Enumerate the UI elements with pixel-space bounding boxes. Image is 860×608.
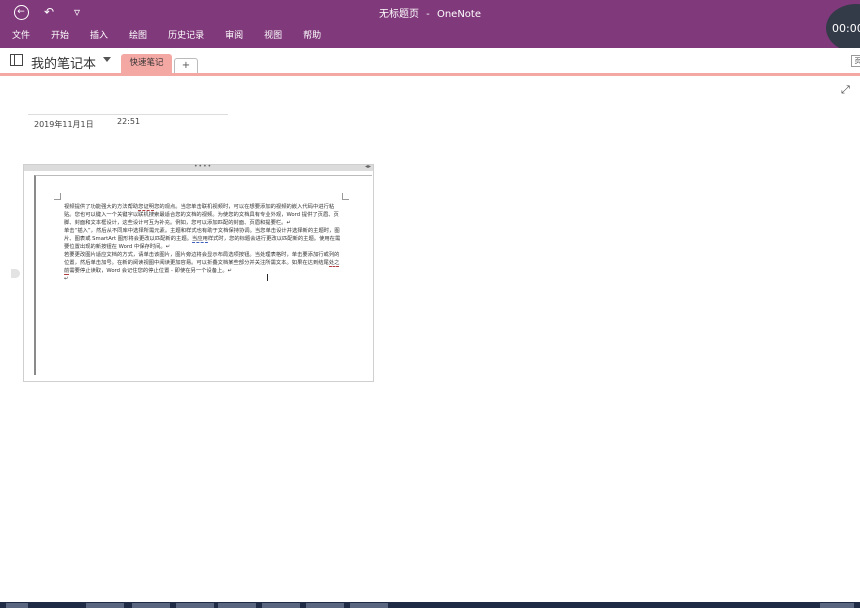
printout-text: 视频提供了功能强大的方法帮助您证明您的观点。当您单击联机视频时，可以在想要添加的… <box>64 203 344 283</box>
tab-view[interactable]: 视图 <box>252 26 291 41</box>
tab-review[interactable]: 审阅 <box>213 26 252 41</box>
notebook-name[interactable]: 我的笔记本 <box>31 53 96 72</box>
section-tab-quick-notes[interactable]: 快速笔记 <box>121 54 172 73</box>
taskbar-item[interactable] <box>262 603 300 608</box>
app-name: OneNote <box>436 9 482 20</box>
taskbar-item[interactable] <box>218 603 256 608</box>
underlined-text-run: 您证明 <box>138 204 155 211</box>
taskbar <box>0 602 860 608</box>
page-title-field[interactable] <box>28 114 228 115</box>
taskbar-item[interactable] <box>176 603 214 608</box>
page-list-button[interactable]: 页 <box>851 55 860 67</box>
printout-paragraph: 若要更改图片适应文档的方式，请单击该图片，图片旁边将会显示布局选项按钮。当处理表… <box>64 251 344 276</box>
taskbar-item[interactable] <box>350 603 388 608</box>
section-color-strip <box>0 73 860 76</box>
crop-mark-top-left <box>54 193 61 200</box>
text-run: ↵ <box>64 276 69 283</box>
tab-insert[interactable]: 插入 <box>78 26 117 41</box>
printout-paragraph: 单击“插入”，然后从不同库中选择所需元素。主题和样式也有助于文档保持协调。当您单… <box>64 227 344 251</box>
notebook-dropdown-icon[interactable] <box>103 57 111 62</box>
expand-icon[interactable]: ⤢ <box>841 83 850 97</box>
printout-paragraph: ↵ <box>64 275 344 283</box>
ribbon-menu: 文件 开始 插入 绘图 历史记录 审阅 视图 帮助 <box>0 26 330 41</box>
notebook-icon[interactable] <box>10 54 23 66</box>
container-resize-icon[interactable]: ◂▸ <box>365 163 371 170</box>
taskbar-item[interactable] <box>820 603 854 608</box>
page-date: 2019年11月1日 <box>34 120 94 129</box>
text-run: 需要停止读取，Word 会记住您的停止位置 - 即使在另一个设备上。↵ <box>69 268 233 275</box>
drag-grip-icon[interactable]: •••• <box>194 163 212 170</box>
tab-help[interactable]: 帮助 <box>291 26 330 41</box>
text-cursor-icon: I <box>266 273 269 284</box>
text-run: 视频提供了功能强大的方法帮助 <box>64 204 139 210</box>
printout-paragraph: 视频提供了功能强大的方法帮助您证明您的观点。当您单击联机视频时，可以在想要添加的… <box>64 203 344 227</box>
crop-mark-top-right <box>342 193 349 200</box>
note-container[interactable]: •••• ◂▸ 视频提供了功能强大的方法帮助您证明您的观点。当您单击联机视频时，… <box>23 163 374 382</box>
window-title: 无标题页 - OneNote <box>0 5 860 20</box>
underlined-text-run: 当应用 <box>191 236 208 244</box>
tab-draw[interactable]: 绘图 <box>117 26 156 41</box>
title-bar: ← ↶ ▿ 无标题页 - OneNote 文件 开始 插入 绘图 历史记录 审阅… <box>0 0 860 48</box>
taskbar-item[interactable] <box>6 603 28 608</box>
taskbar-item[interactable] <box>132 603 170 608</box>
page-time: 22:51 <box>117 117 141 126</box>
add-section-button[interactable]: + <box>174 58 198 73</box>
title-separator: - <box>426 9 430 20</box>
tab-history[interactable]: 历史记录 <box>156 26 213 41</box>
taskbar-item[interactable] <box>306 603 344 608</box>
tab-home[interactable]: 开始 <box>39 26 78 41</box>
margin-tab[interactable] <box>11 269 20 278</box>
text-run: 若要更改图片适应文档的方式，请单击该图片，图片旁边将会显示布局选项按钮。当处理表… <box>64 252 340 267</box>
tab-file[interactable]: 文件 <box>0 26 39 41</box>
page-title-text: 无标题页 <box>378 9 419 20</box>
taskbar-item[interactable] <box>86 603 124 608</box>
container-handle-bar[interactable]: •••• ◂▸ <box>24 163 373 171</box>
